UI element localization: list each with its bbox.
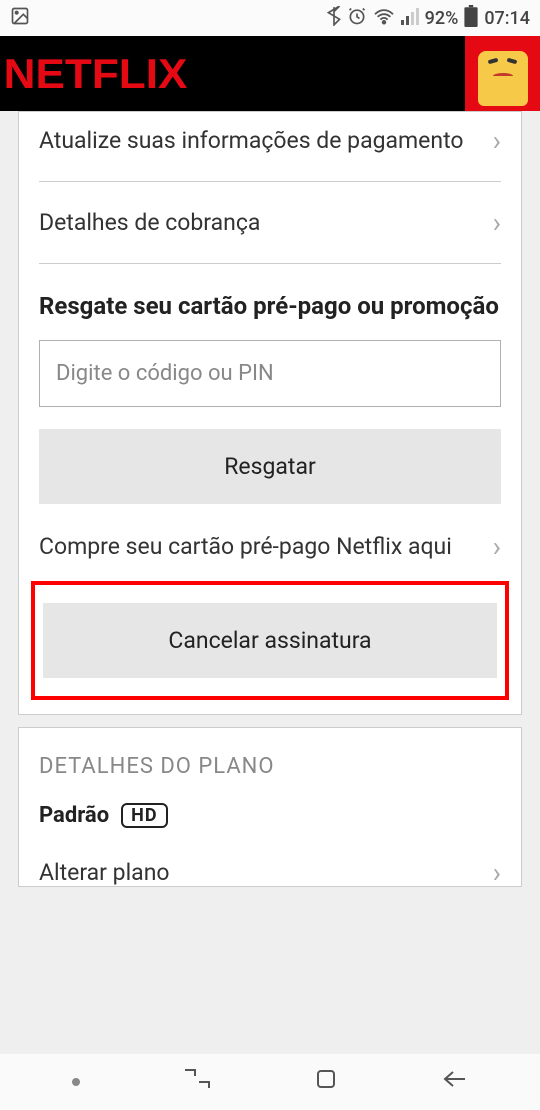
main-content: Atualize suas informações de pagamento ›… <box>0 111 540 887</box>
app-header: NETFLIX <box>0 36 540 111</box>
battery-percent: 92% <box>425 8 459 29</box>
wifi-icon <box>373 7 395 30</box>
status-bar: 92% 07:14 <box>0 0 540 36</box>
plan-section-heading: DETALHES DO PLANO <box>39 728 501 803</box>
current-plan-row: Padrão HD <box>39 803 501 856</box>
alarm-icon <box>347 6 367 31</box>
android-nav-bar <box>0 1054 540 1110</box>
battery-icon <box>464 5 478 32</box>
chevron-right-icon: › <box>493 530 501 563</box>
profile-avatar[interactable] <box>465 36 540 111</box>
netflix-logo[interactable]: NETFLIX <box>4 50 188 98</box>
chevron-right-icon: › <box>493 206 501 239</box>
home-button[interactable] <box>314 1067 338 1098</box>
buy-card-label: Compre seu cartão pré-pago Netflix aqui <box>39 533 452 560</box>
update-payment-row[interactable]: Atualize suas informações de pagamento › <box>39 112 501 182</box>
cancel-subscription-button[interactable]: Cancelar assinatura <box>43 603 497 678</box>
plan-name-label: Padrão <box>39 803 109 828</box>
account-card: Atualize suas informações de pagamento ›… <box>18 111 522 715</box>
clock-time: 07:14 <box>484 8 530 29</box>
change-plan-row[interactable]: Alterar plano › <box>39 856 501 886</box>
redeem-section-title: Resgate seu cartão pré-pago ou promoção <box>39 264 501 340</box>
redeem-button[interactable]: Resgatar <box>39 429 501 504</box>
signal-icon <box>401 7 419 30</box>
status-right: 92% 07:14 <box>327 5 530 32</box>
billing-details-row[interactable]: Detalhes de cobrança › <box>39 182 501 264</box>
cancel-highlight-box: Cancelar assinatura <box>31 581 509 700</box>
billing-details-label: Detalhes de cobrança <box>39 209 260 236</box>
hd-badge: HD <box>121 803 167 828</box>
bluetooth-icon <box>327 6 341 31</box>
image-icon <box>10 6 30 31</box>
change-plan-label: Alterar plano <box>39 859 170 886</box>
chevron-right-icon: › <box>493 856 501 886</box>
chevron-right-icon: › <box>493 124 501 157</box>
buy-card-link-row[interactable]: Compre seu cartão pré-pago Netflix aqui … <box>39 504 501 581</box>
update-payment-label: Atualize suas informações de pagamento <box>39 127 464 154</box>
recent-apps-button[interactable] <box>183 1067 211 1097</box>
back-button[interactable] <box>441 1067 469 1097</box>
nav-dot <box>72 1078 80 1086</box>
redeem-code-input[interactable] <box>39 340 501 407</box>
plan-card: DETALHES DO PLANO Padrão HD Alterar plan… <box>18 727 522 887</box>
status-left <box>10 6 30 31</box>
